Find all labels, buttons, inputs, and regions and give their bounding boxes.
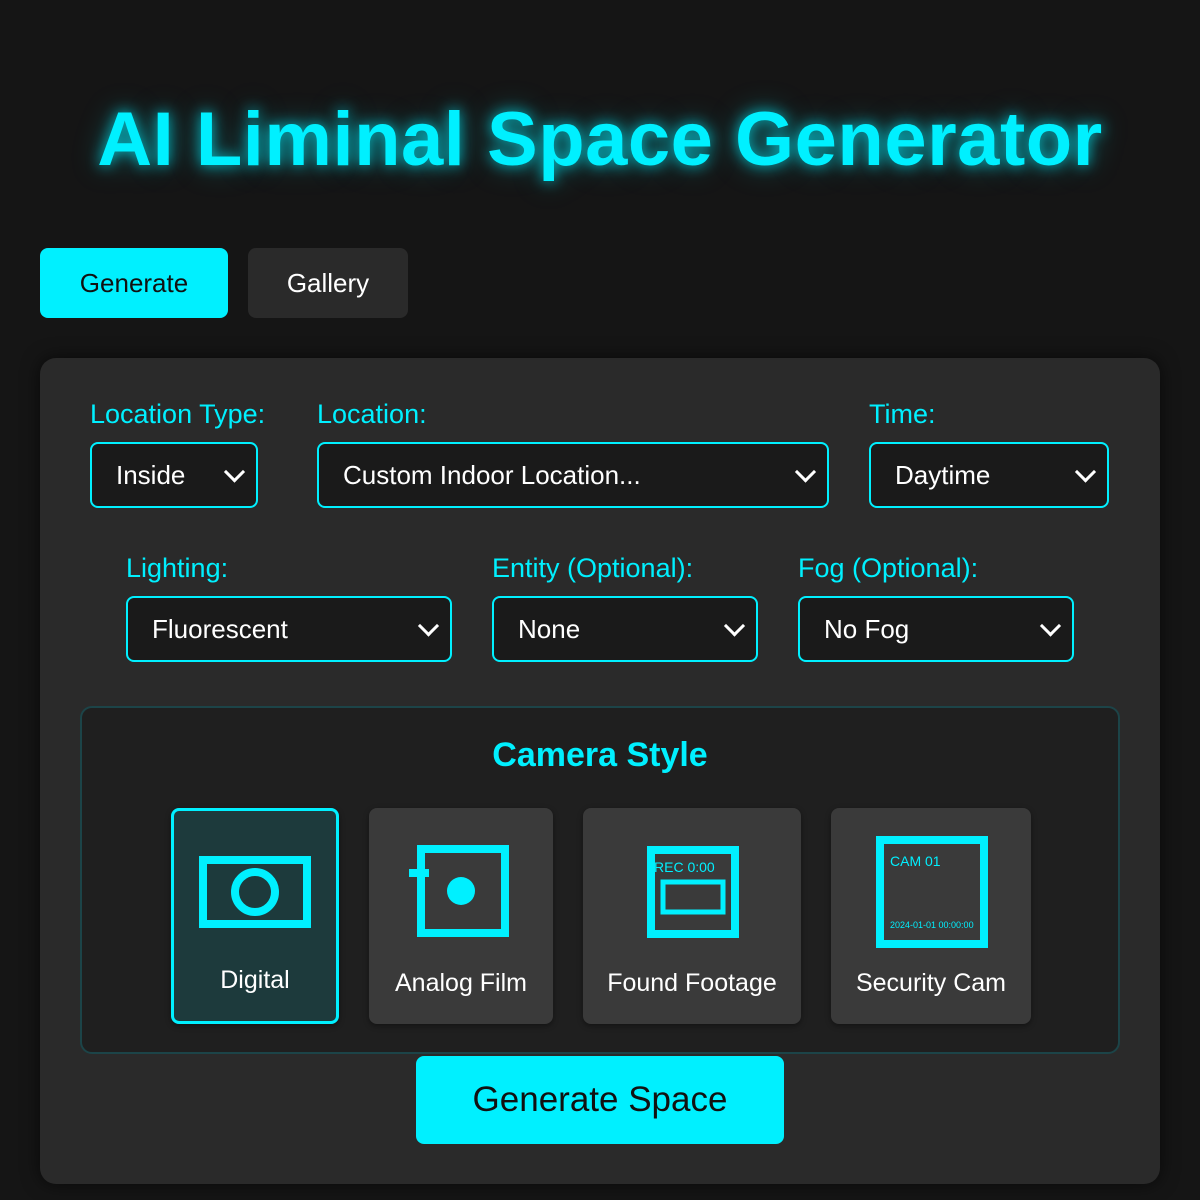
fog-select[interactable]: No Fog <box>798 596 1074 662</box>
generator-panel: Location Type: Inside Location: Custom I… <box>40 358 1160 1184</box>
analog-film-icon <box>409 845 509 937</box>
time-field: Time: Daytime <box>869 398 1109 508</box>
tab-generate[interactable]: Generate <box>40 248 228 318</box>
fog-field: Fog (Optional): No Fog <box>798 552 1074 662</box>
found-footage-icon: REC 0:00 <box>647 846 739 938</box>
entity-select[interactable]: None <box>492 596 758 662</box>
camera-option-digital[interactable]: Digital <box>171 808 339 1024</box>
chevron-down-icon <box>794 461 817 483</box>
location-type-field: Location Type: Inside <box>90 398 265 508</box>
rec-overlay-text: REC 0:00 <box>654 859 715 875</box>
camera-style-title: Camera Style <box>492 736 708 774</box>
location-select[interactable]: Custom Indoor Location... <box>317 442 829 508</box>
fog-value: No Fog <box>824 613 910 644</box>
lighting-select[interactable]: Fluorescent <box>126 596 452 662</box>
security-cam-icon: CAM 01 2024-01-01 00:00:00 <box>876 836 988 948</box>
entity-field: Entity (Optional): None <box>492 552 758 662</box>
time-label: Time: <box>869 399 936 429</box>
entity-label: Entity (Optional): <box>492 553 694 583</box>
lighting-value: Fluorescent <box>152 613 288 644</box>
entity-value: None <box>518 613 581 644</box>
digital-camera-icon <box>199 856 311 928</box>
camera-option-label: Digital <box>220 966 290 994</box>
camera-option-security-cam[interactable]: CAM 01 2024-01-01 00:00:00 Security Cam <box>831 808 1031 1024</box>
time-value: Daytime <box>895 459 991 490</box>
fog-label: Fog (Optional): <box>798 553 979 583</box>
location-type-label: Location Type: <box>90 399 266 429</box>
camera-option-label: Security Cam <box>855 969 1007 997</box>
chevron-down-icon <box>223 461 246 483</box>
location-type-select[interactable]: Inside <box>90 442 258 508</box>
camera-option-label: Analog Film <box>395 969 527 997</box>
chevron-down-icon <box>417 615 440 637</box>
chevron-down-icon <box>1074 461 1097 483</box>
location-type-value: Inside <box>116 459 186 490</box>
camera-style-section: Camera Style Digital Analog Film REC 0:0… <box>80 706 1120 1054</box>
tab-gallery[interactable]: Gallery <box>248 248 408 318</box>
tab-bar: Generate Gallery <box>40 248 408 318</box>
timestamp-overlay-text: 2024-01-01 00:00:00 <box>890 920 974 930</box>
camera-option-label: Found Footage <box>607 969 777 997</box>
camera-option-analog-film[interactable]: Analog Film <box>369 808 553 1024</box>
location-label: Location: <box>317 399 427 429</box>
time-select[interactable]: Daytime <box>869 442 1109 508</box>
cam-id-overlay-text: CAM 01 <box>890 853 941 869</box>
generate-space-button[interactable]: Generate Space <box>416 1056 784 1144</box>
location-field: Location: Custom Indoor Location... <box>317 398 829 508</box>
chevron-down-icon <box>1039 615 1062 637</box>
location-value: Custom Indoor Location... <box>343 459 641 490</box>
lighting-label: Lighting: <box>126 553 229 583</box>
page-title: AI Liminal Space Generator <box>97 97 1103 182</box>
lighting-field: Lighting: Fluorescent <box>126 552 452 662</box>
camera-option-found-footage[interactable]: REC 0:00 Found Footage <box>583 808 801 1024</box>
chevron-down-icon <box>723 615 746 637</box>
